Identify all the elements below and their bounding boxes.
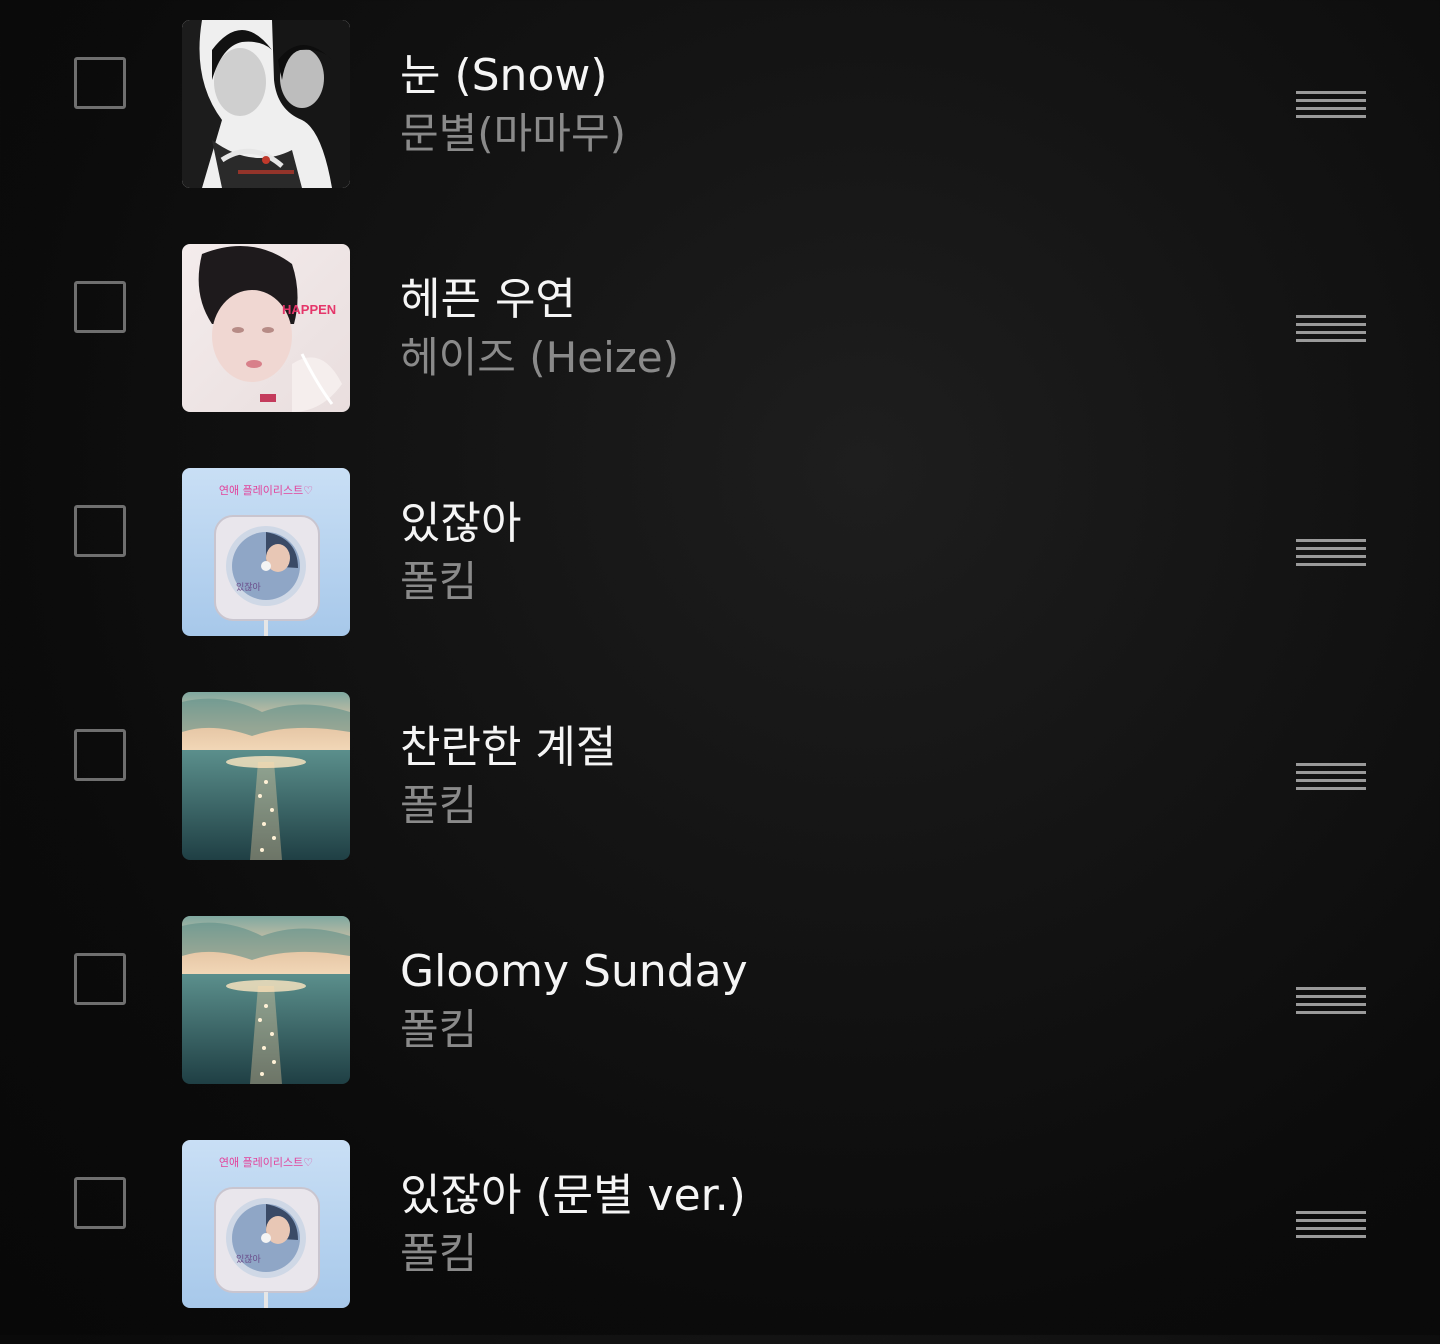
- drag-handle-icon[interactable]: [1296, 537, 1368, 566]
- track-artist: 폴킴: [400, 781, 478, 830]
- album-art-text: HAPPEN: [282, 302, 336, 317]
- drag-handle-icon[interactable]: [1296, 761, 1368, 790]
- drag-handle-icon[interactable]: [1296, 985, 1368, 1014]
- drag-handle-icon[interactable]: [1296, 1209, 1368, 1238]
- album-art-happen-icon: HAPPEN: [182, 244, 350, 412]
- album-art-text: 연애 플레이리스트♡: [219, 1156, 313, 1169]
- track-row[interactable]: 찬란한 계절 폴킴: [0, 672, 1440, 896]
- track-checkbox[interactable]: [74, 57, 126, 109]
- track-row[interactable]: 연애 플레이리스트♡ 있잖아 있잖아 폴킴: [0, 448, 1440, 672]
- album-art-bw-duo-icon: [182, 20, 350, 188]
- track-checkbox[interactable]: [74, 1177, 126, 1229]
- album-art-subtext: 있잖아: [236, 581, 262, 593]
- drag-handle-icon[interactable]: [1296, 89, 1368, 118]
- track-title: Gloomy Sunday: [400, 946, 748, 997]
- album-art-text: 연애 플레이리스트♡: [219, 484, 313, 497]
- album-art-cd-player-icon: 연애 플레이리스트♡ 있잖아: [182, 1140, 350, 1308]
- album-art-cd-player-icon: 연애 플레이리스트♡ 있잖아: [182, 468, 350, 636]
- track-artist: 폴킴: [400, 557, 478, 606]
- track-row[interactable]: HAPPEN 헤픈 우연 헤이즈 (Heize): [0, 224, 1440, 448]
- track-title: 있잖아: [400, 498, 522, 549]
- album-art-subtext: 있잖아: [236, 1253, 262, 1265]
- track-artist: 헤이즈 (Heize): [400, 333, 680, 382]
- track-title: 눈 (Snow): [400, 50, 608, 101]
- track-title: 있잖아 (문별 ver.): [400, 1170, 746, 1221]
- track-checkbox[interactable]: [74, 729, 126, 781]
- track-artist: 문별(마마무): [400, 109, 626, 158]
- track-artist: 폴킴: [400, 1005, 478, 1054]
- album-art-sea-sunset-icon: [182, 916, 350, 1084]
- track-checkbox[interactable]: [74, 281, 126, 333]
- drag-handle-icon[interactable]: [1296, 313, 1368, 342]
- album-art-sea-sunset-icon: [182, 692, 350, 860]
- track-row[interactable]: 연애 플레이리스트♡ 있잖아 있잖아 (문별 ver.) 폴킴: [0, 1120, 1440, 1344]
- track-row[interactable]: Gloomy Sunday 폴킴: [0, 896, 1440, 1120]
- track-title: 헤픈 우연: [400, 274, 576, 325]
- track-title: 찬란한 계절: [400, 722, 617, 773]
- track-artist: 폴킴: [400, 1229, 478, 1278]
- track-checkbox[interactable]: [74, 953, 126, 1005]
- track-checkbox[interactable]: [74, 505, 126, 557]
- track-row[interactable]: 눈 (Snow) 문별(마마무): [0, 0, 1440, 224]
- track-list: 눈 (Snow) 문별(마마무) HAPPEN 헤픈 우연 헤이즈 (Heize…: [0, 0, 1440, 1335]
